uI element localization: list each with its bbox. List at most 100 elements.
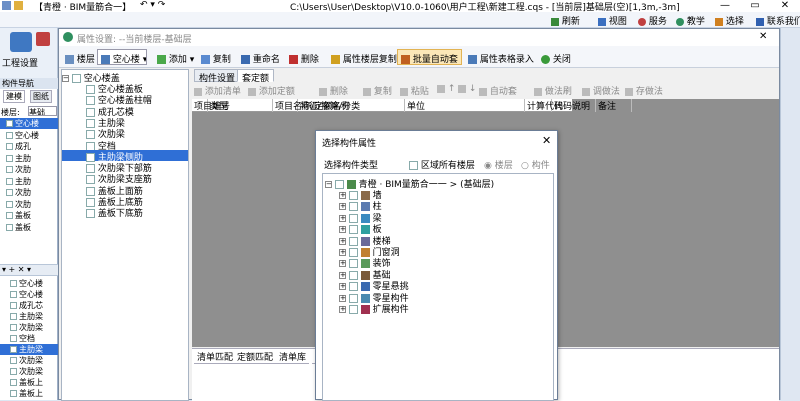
view-button[interactable]: 视图 <box>598 14 627 27</box>
all-floors-checkbox[interactable]: 区域所有楼层 <box>409 158 475 171</box>
nav-item[interactable]: 盖板上 <box>0 377 58 388</box>
expand-icon[interactable]: + <box>339 306 346 313</box>
tree-item[interactable]: 次肋梁 <box>62 127 188 140</box>
expand-icon[interactable]: + <box>339 271 346 279</box>
nav-tool-icons[interactable]: ▾ + ✕ ▾ <box>0 265 31 274</box>
nav-item[interactable]: 空心楼 <box>0 278 58 289</box>
nav-item[interactable]: 次肋梁 <box>0 355 58 366</box>
tree-root[interactable]: − 空心楼盖 <box>62 71 188 84</box>
toolbox-icon[interactable] <box>36 32 50 46</box>
radio-floor[interactable]: ◉ 楼层 <box>484 158 513 171</box>
expand-icon[interactable]: + <box>339 260 346 268</box>
component-type-item[interactable]: + 梁 <box>339 211 382 224</box>
component-type-item[interactable]: + 柱 <box>339 199 382 212</box>
collapse-icon[interactable]: − <box>62 75 69 82</box>
nav-item[interactable]: 次肋 <box>0 164 58 175</box>
nav-item[interactable]: 主肋梁 <box>0 311 58 322</box>
grid-column-header[interactable]: 类型 <box>208 99 273 112</box>
tab-quota[interactable]: 套定额 <box>237 69 275 84</box>
grid-tool-button[interactable]: ↓ <box>458 84 476 94</box>
match-tab[interactable]: 清单库 <box>276 350 310 364</box>
nav-item[interactable]: 空心楼 <box>0 118 58 129</box>
minimize-button[interactable]: — <box>710 0 740 12</box>
expand-icon[interactable]: + <box>339 214 346 222</box>
expand-icon[interactable]: + <box>339 237 346 245</box>
tree-item[interactable]: 主肋梁 <box>62 116 188 129</box>
project-settings-label[interactable]: 工程设置 <box>2 56 38 69</box>
nav-item[interactable]: 次肋 <box>0 187 58 198</box>
nav-item[interactable]: 成孔芯 <box>0 300 58 311</box>
new-file-icon[interactable] <box>2 1 11 10</box>
refresh-button[interactable]: 刷新 <box>551 14 580 27</box>
tree-item[interactable]: 空档 <box>62 139 188 152</box>
nav-item[interactable]: 空心楼 <box>0 289 58 300</box>
component-select[interactable]: 空心楼 ▾ <box>97 49 147 65</box>
component-type-item[interactable]: + 板 <box>339 222 382 235</box>
service-button[interactable]: 服务 <box>638 14 667 27</box>
tree-item[interactable]: 成孔芯模 <box>62 105 188 118</box>
tree-item[interactable]: 次肋梁下部筋 <box>62 161 188 174</box>
grid-column-header[interactable]: 单位 <box>405 99 525 112</box>
expand-icon[interactable]: + <box>339 203 346 211</box>
nav-item[interactable]: 主肋 <box>0 153 58 164</box>
app-quick-icons[interactable] <box>2 1 23 11</box>
tree-item[interactable]: 盖板下底筋 <box>62 206 188 219</box>
nav-item[interactable]: 盖板 <box>0 222 58 233</box>
floor-copy-button[interactable]: 属性楼层复制 <box>327 49 401 65</box>
tree-item[interactable]: 空心楼盖柱帽 <box>62 93 188 106</box>
add-button[interactable]: 添加 ▾ <box>153 49 198 65</box>
grid-tool-button[interactable]: 粘贴 <box>400 84 429 97</box>
match-tab[interactable]: 清单匹配 <box>194 350 237 364</box>
maximize-button[interactable]: ▭ <box>740 0 770 12</box>
nav-item[interactable]: 次肋梁 <box>0 322 58 333</box>
checkbox-icon[interactable] <box>348 305 358 314</box>
grid-tool-button[interactable]: 做法刷 <box>534 84 572 97</box>
undo-icon[interactable]: ↶ ▾ ↷ <box>140 0 165 10</box>
component-type-item[interactable]: + 装饰 <box>339 256 391 269</box>
delete-button[interactable]: 删除 <box>285 49 323 65</box>
nav-item[interactable]: 空档 <box>0 333 58 344</box>
component-type-item[interactable]: + 墙 <box>339 188 382 201</box>
component-type-item[interactable]: + 楼梯 <box>339 234 391 247</box>
grid-column-header[interactable]: 计算代码 <box>525 99 563 112</box>
floor-button[interactable]: 楼层 <box>61 49 99 65</box>
grid-column-header[interactable]: 项目名称/定额名称 <box>273 99 350 112</box>
collapse-icon[interactable]: − <box>325 181 332 188</box>
tab-component-settings[interactable]: 构件设置 <box>194 69 241 84</box>
grid-column-header[interactable]: 特征/换算/分类 <box>298 99 405 112</box>
project-settings-icon[interactable] <box>10 32 32 52</box>
tab-drawings[interactable]: 图纸 <box>30 90 52 103</box>
component-type-item[interactable]: + 零星悬挑 <box>339 279 409 292</box>
nav-item[interactable]: 主肋 <box>0 176 58 187</box>
grid-tool-button[interactable]: 添加清单 <box>194 84 241 97</box>
nav-mini-toolbar[interactable]: ▾ + ✕ ▾ <box>0 264 58 276</box>
nav-item[interactable]: 主肋梁 <box>0 344 58 355</box>
component-type-item[interactable]: + 零星构件 <box>339 291 409 304</box>
expand-icon[interactable]: + <box>339 226 346 234</box>
nav-item[interactable]: 空心楼 <box>0 130 58 141</box>
tree-item[interactable]: 次肋梁支座筋 <box>62 172 188 185</box>
component-type-item[interactable]: + 基础 <box>339 268 391 281</box>
table-input-button[interactable]: 属性表格录入 <box>464 49 538 65</box>
match-tab[interactable]: 定额匹配 <box>234 350 277 364</box>
skin-button[interactable]: 选择 <box>715 14 744 27</box>
expand-icon[interactable]: + <box>339 283 346 291</box>
expand-icon[interactable]: + <box>339 192 346 199</box>
component-type-item[interactable]: + 门窗洞 <box>339 245 400 258</box>
tree-item[interactable]: 空心楼盖板 <box>62 82 188 95</box>
nav-item[interactable]: 盖板上 <box>0 388 58 399</box>
nav-item[interactable]: 成孔 <box>0 141 58 152</box>
teach-button[interactable]: 教学 <box>676 14 705 27</box>
grid-column-header[interactable]: 备注 <box>596 99 632 112</box>
radio-component[interactable]: ○ 构件 <box>521 158 550 171</box>
grid-tool-button[interactable]: 添加定额 <box>248 84 295 97</box>
grid-tool-button[interactable]: ↑ <box>437 84 455 94</box>
grid-tool-button[interactable]: 调做法 <box>582 84 620 97</box>
grid-tool-button[interactable]: 复制 <box>363 84 392 97</box>
open-folder-icon[interactable] <box>13 1 23 10</box>
nav-item[interactable]: 次肋 <box>0 199 58 210</box>
component-type-item[interactable]: + 扩展构件 <box>339 302 409 315</box>
grid-column-header[interactable]: 代码说明 <box>552 99 596 112</box>
floor-select[interactable]: 基础 <box>28 106 57 116</box>
nav-item[interactable]: 盖板 <box>0 210 58 221</box>
